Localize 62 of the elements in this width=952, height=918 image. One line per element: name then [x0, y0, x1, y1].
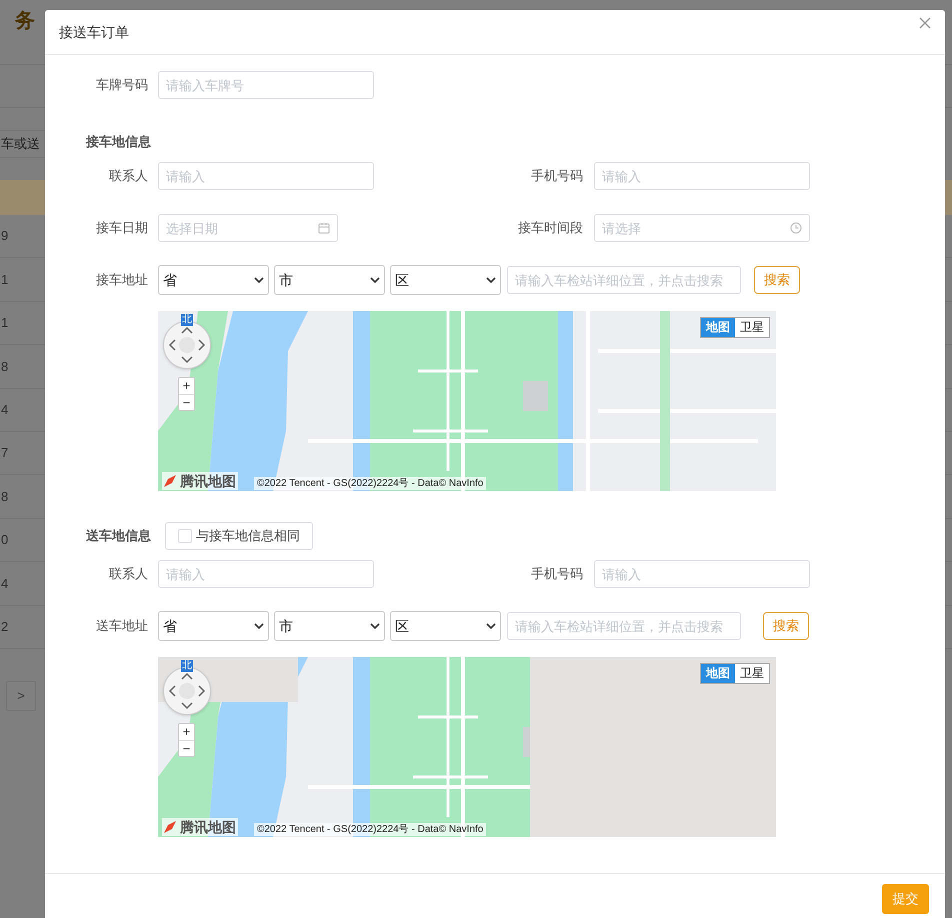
input-field[interactable]: 请输入 [594, 162, 810, 190]
arrows-icon [167, 671, 207, 711]
map-copyright: ©2022 Tencent - GS(2022)2224号 - Data© NavInfo [254, 477, 486, 490]
field-label: 联系人 [108, 167, 148, 186]
dropdown[interactable]: 市 [274, 611, 385, 641]
compass-needle-icon [162, 819, 178, 835]
field-label: 联系人 [108, 565, 148, 584]
dialog-title: 接送车订单 [59, 22, 129, 42]
table-cell-text: 4 [1, 401, 8, 419]
input-field[interactable]: 选择日期 [158, 214, 338, 242]
dropdown[interactable]: 省 [158, 265, 269, 295]
calendar-icon [318, 222, 330, 234]
field-label: 手机号码 [530, 565, 583, 584]
input-field[interactable]: 请选择 [594, 214, 810, 242]
input-field[interactable]: 请输入车检站详细位置，并点击搜索 [507, 266, 741, 294]
chevron-icon [254, 623, 264, 629]
table-cell-text: 1 [1, 270, 8, 289]
clock-icon [790, 222, 802, 234]
field-label: 手机号码 [530, 167, 583, 186]
zoom-out-button[interactable]: − [179, 740, 194, 756]
field-label: 车牌号码 [95, 76, 148, 94]
table-cell-text: 8 [1, 488, 8, 506]
page-title: 务 [15, 9, 35, 34]
table-cell-text: 1 [1, 314, 8, 332]
map-logo: 腾讯地图 [180, 472, 236, 490]
same-as-pickup-checkbox[interactable]: 与接车地信息相同 [165, 522, 313, 550]
zoom-out-button[interactable]: − [179, 394, 194, 410]
section-heading: 接车地信息 [86, 133, 151, 152]
chevron-icon [370, 623, 380, 629]
zoom-in-button[interactable]: + [179, 378, 194, 394]
table-cell-text: 8 [1, 358, 8, 376]
field-label: 送车地址 [95, 617, 148, 636]
chevron-icon [486, 277, 496, 283]
input-field[interactable]: 请输入车检站详细位置，并点击搜索 [507, 612, 741, 640]
compass-label: 北 [181, 314, 193, 326]
dropdown[interactable]: 省 [158, 611, 269, 641]
table-cell-text: 2 [1, 618, 8, 636]
map-logo: 腾讯地图 [180, 818, 236, 836]
input-field[interactable]: 请输入车牌号 [158, 71, 374, 99]
field-label: 接车日期 [95, 219, 148, 238]
chevron-icon [370, 277, 380, 283]
field-label: 接车时间段 [517, 219, 583, 238]
input-field[interactable]: 请输入 [158, 162, 374, 190]
map-copyright: ©2022 Tencent - GS(2022)2224号 - Data© NavInfo [254, 823, 486, 836]
dropdown[interactable]: 区 [390, 611, 501, 641]
dropdown[interactable]: 市 [274, 265, 385, 295]
chevron-icon [254, 277, 264, 283]
table-cell-text: 7 [1, 444, 8, 462]
table-cell-text: 4 [1, 574, 8, 593]
field-label: 接车地址 [95, 271, 148, 290]
compass-label: 北 [181, 660, 193, 672]
compass-needle-icon [162, 473, 178, 489]
input-field[interactable]: 请输入 [158, 560, 374, 588]
close-icon[interactable] [919, 17, 931, 29]
arrows-icon [167, 325, 207, 365]
zoom-in-button[interactable]: + [179, 724, 194, 740]
chevron-icon [486, 623, 496, 629]
table-cell-text: 9 [1, 227, 8, 246]
input-field[interactable]: 请输入 [594, 560, 810, 588]
table-cell-text: 0 [1, 531, 8, 550]
section-heading: 送车地信息 [86, 527, 151, 546]
dropdown[interactable]: 区 [390, 265, 501, 295]
